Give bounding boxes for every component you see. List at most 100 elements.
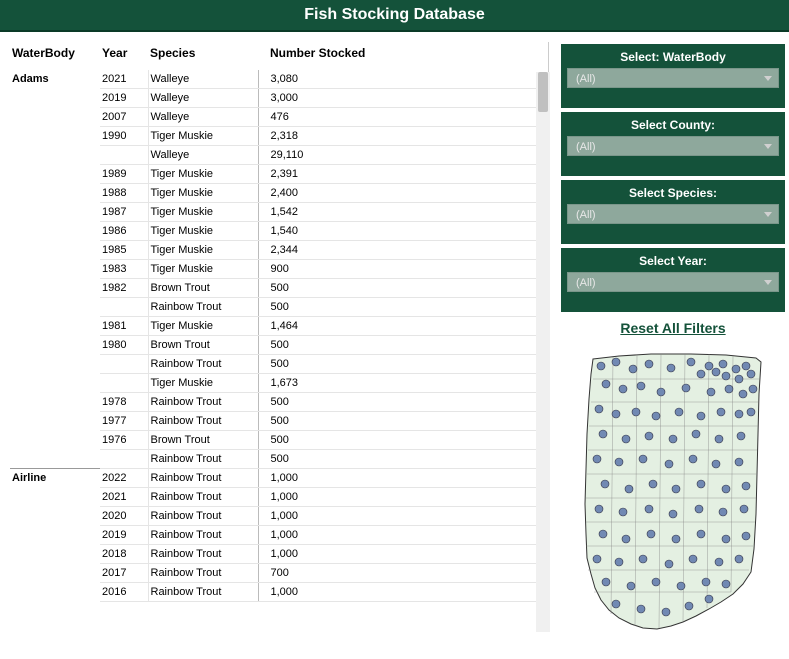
cell-waterbody bbox=[10, 89, 100, 108]
table-row[interactable]: 2007Walleye476 bbox=[10, 108, 548, 127]
cell-waterbody bbox=[10, 203, 100, 222]
cell-species: Rainbow Trout bbox=[148, 488, 258, 507]
table-row[interactable]: 1981Tiger Muskie1,464 bbox=[10, 317, 548, 336]
main-container: WaterBody Year Species Number Stocked Ad… bbox=[0, 32, 789, 654]
table-row[interactable]: 1982Brown Trout500 bbox=[10, 279, 548, 298]
filter-dropdown-2[interactable]: (All) bbox=[567, 204, 779, 224]
table-row[interactable]: 1978Rainbow Trout500 bbox=[10, 393, 548, 412]
cell-species: Brown Trout bbox=[148, 279, 258, 298]
cell-waterbody bbox=[10, 488, 100, 507]
cell-waterbody bbox=[10, 564, 100, 583]
cell-year: 2021 bbox=[100, 488, 148, 507]
table-row[interactable]: Rainbow Trout500 bbox=[10, 450, 548, 469]
cell-species: Tiger Muskie bbox=[148, 184, 258, 203]
table-row[interactable]: 1990Tiger Muskie2,318 bbox=[10, 127, 548, 146]
scrollbar[interactable] bbox=[536, 72, 550, 632]
table-row[interactable]: 1989Tiger Muskie2,391 bbox=[10, 165, 548, 184]
cell-year: 1986 bbox=[100, 222, 148, 241]
cell-species: Rainbow Trout bbox=[148, 564, 258, 583]
col-header-waterbody[interactable]: WaterBody bbox=[10, 42, 100, 70]
cell-species: Tiger Muskie bbox=[148, 165, 258, 184]
cell-waterbody: Adams bbox=[10, 70, 100, 89]
filter-box-3: Select Year:(All) bbox=[561, 248, 785, 312]
table-row[interactable]: 2021Rainbow Trout1,000 bbox=[10, 488, 548, 507]
cell-species: Walleye bbox=[148, 108, 258, 127]
cell-waterbody bbox=[10, 507, 100, 526]
cell-year: 1977 bbox=[100, 412, 148, 431]
table-row[interactable]: Airline2022Rainbow Trout1,000 bbox=[10, 469, 548, 488]
filter-dropdown-3[interactable]: (All) bbox=[567, 272, 779, 292]
table-row[interactable]: Rainbow Trout500 bbox=[10, 355, 548, 374]
cell-species: Walleye bbox=[148, 146, 258, 165]
cell-waterbody bbox=[10, 450, 100, 469]
cell-species: Tiger Muskie bbox=[148, 260, 258, 279]
filter-dropdown-1[interactable]: (All) bbox=[567, 136, 779, 156]
cell-number: 500 bbox=[258, 412, 548, 431]
cell-number: 1,000 bbox=[258, 488, 548, 507]
col-header-species[interactable]: Species bbox=[148, 42, 258, 70]
cell-waterbody bbox=[10, 431, 100, 450]
cell-year: 1989 bbox=[100, 165, 148, 184]
filter-label: Select County: bbox=[565, 116, 781, 136]
cell-year: 2007 bbox=[100, 108, 148, 127]
table-row[interactable]: 2020Rainbow Trout1,000 bbox=[10, 507, 548, 526]
cell-year: 1980 bbox=[100, 336, 148, 355]
filter-panel: Select: WaterBody(All)Select County:(All… bbox=[561, 42, 785, 654]
table-row[interactable]: Walleye29,110 bbox=[10, 146, 548, 165]
col-header-number[interactable]: Number Stocked bbox=[258, 42, 548, 70]
cell-number: 1,000 bbox=[258, 526, 548, 545]
cell-year bbox=[100, 450, 148, 469]
filter-dropdown-0[interactable]: (All) bbox=[567, 68, 779, 88]
cell-waterbody bbox=[10, 374, 100, 393]
cell-number: 500 bbox=[258, 355, 548, 374]
table-row[interactable]: Adams2021Walleye3,080 bbox=[10, 70, 548, 89]
reset-filters-button[interactable]: Reset All Filters bbox=[561, 316, 785, 344]
table-row[interactable]: 2017Rainbow Trout700 bbox=[10, 564, 548, 583]
indiana-map-svg[interactable] bbox=[561, 344, 781, 654]
table-row[interactable]: 1976Brown Trout500 bbox=[10, 431, 548, 450]
table-row[interactable]: 2019Rainbow Trout1,000 bbox=[10, 526, 548, 545]
cell-waterbody: Airline bbox=[10, 469, 100, 488]
table-row[interactable]: 2018Rainbow Trout1,000 bbox=[10, 545, 548, 564]
cell-waterbody bbox=[10, 336, 100, 355]
table-wrapper: WaterBody Year Species Number Stocked Ad… bbox=[10, 42, 549, 602]
table-row[interactable]: 1987Tiger Muskie1,542 bbox=[10, 203, 548, 222]
cell-year: 2022 bbox=[100, 469, 148, 488]
table-row[interactable]: 2016Rainbow Trout1,000 bbox=[10, 583, 548, 602]
cell-year bbox=[100, 298, 148, 317]
cell-waterbody bbox=[10, 393, 100, 412]
cell-number: 500 bbox=[258, 450, 548, 469]
col-header-year[interactable]: Year bbox=[100, 42, 148, 70]
cell-number: 1,464 bbox=[258, 317, 548, 336]
cell-waterbody bbox=[10, 412, 100, 431]
table-row[interactable]: 1985Tiger Muskie2,344 bbox=[10, 241, 548, 260]
cell-number: 500 bbox=[258, 279, 548, 298]
table-row[interactable]: 1980Brown Trout500 bbox=[10, 336, 548, 355]
cell-year: 1978 bbox=[100, 393, 148, 412]
cell-year: 2021 bbox=[100, 70, 148, 89]
table-row[interactable]: 1986Tiger Muskie1,540 bbox=[10, 222, 548, 241]
filter-label: Select Species: bbox=[565, 184, 781, 204]
cell-year: 2020 bbox=[100, 507, 148, 526]
table-row[interactable]: 1977Rainbow Trout500 bbox=[10, 412, 548, 431]
stocking-table: WaterBody Year Species Number Stocked Ad… bbox=[10, 42, 548, 602]
cell-species: Rainbow Trout bbox=[148, 469, 258, 488]
scrollbar-thumb[interactable] bbox=[538, 72, 548, 112]
filter-spacer bbox=[567, 224, 779, 238]
state-map[interactable] bbox=[561, 344, 781, 654]
cell-number: 2,344 bbox=[258, 241, 548, 260]
table-row[interactable]: 1983Tiger Muskie900 bbox=[10, 260, 548, 279]
table-header-row: WaterBody Year Species Number Stocked bbox=[10, 42, 548, 70]
table-row[interactable]: 2019Walleye3,000 bbox=[10, 89, 548, 108]
cell-year: 1988 bbox=[100, 184, 148, 203]
table-row[interactable]: 1988Tiger Muskie2,400 bbox=[10, 184, 548, 203]
cell-species: Rainbow Trout bbox=[148, 393, 258, 412]
cell-species: Brown Trout bbox=[148, 431, 258, 450]
table-row[interactable]: Rainbow Trout500 bbox=[10, 298, 548, 317]
table-row[interactable]: Tiger Muskie1,673 bbox=[10, 374, 548, 393]
cell-number: 1,542 bbox=[258, 203, 548, 222]
cell-waterbody bbox=[10, 108, 100, 127]
cell-species: Walleye bbox=[148, 70, 258, 89]
cell-waterbody bbox=[10, 222, 100, 241]
cell-species: Tiger Muskie bbox=[148, 222, 258, 241]
